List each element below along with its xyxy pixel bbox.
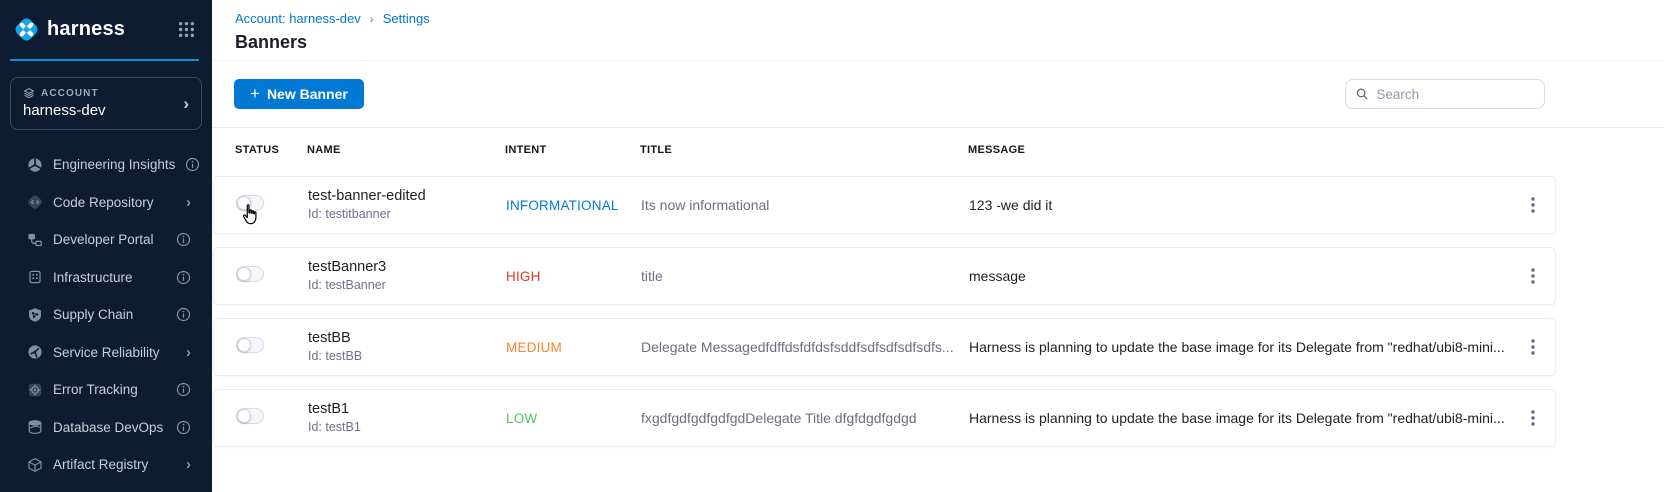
status-toggle[interactable]: [236, 408, 264, 424]
sidebar-item-error-tracking[interactable]: Error Tracking ›: [0, 371, 212, 409]
account-label: ACCOUNT: [41, 88, 99, 99]
service-reliability-icon: [27, 344, 43, 360]
breadcrumb-account-link[interactable]: Account: harness-dev: [235, 11, 361, 26]
insights-icon: [27, 157, 43, 173]
artifact-registry-icon: [27, 457, 43, 473]
sidebar-accent-line: [10, 59, 199, 61]
table-row[interactable]: testB1 Id: testB1 LOW fxgdfgdfgdfgdfgdDe…: [213, 389, 1556, 447]
banner-name: testB1: [308, 400, 506, 419]
app-grid-icon[interactable]: [178, 21, 195, 38]
new-banner-button[interactable]: + New Banner: [234, 79, 364, 109]
banner-id: Id: testBanner: [308, 277, 506, 294]
column-header-message: MESSAGE: [968, 144, 1516, 156]
banner-id: Id: testitbanner: [308, 206, 506, 223]
column-header-intent: INTENT: [505, 144, 640, 156]
page-title: Banners: [235, 32, 1664, 53]
chevron-right-icon: ›: [186, 194, 191, 211]
banner-title: title: [641, 268, 969, 284]
table-row[interactable]: testBB Id: testBB MEDIUM Delegate Messag…: [213, 318, 1556, 376]
row-menu-kebab-icon[interactable]: [1524, 405, 1542, 431]
breadcrumb-separator: ›: [370, 12, 374, 26]
page-header: Account: harness-dev › Settings Banners: [212, 0, 1664, 61]
account-name: harness-dev: [23, 102, 189, 119]
sidebar-item-service-reliability[interactable]: Service Reliability ›: [0, 334, 212, 372]
sidebar-header: harness: [0, 0, 212, 59]
banner-intent: INFORMATIONAL: [506, 198, 641, 213]
breadcrumb-settings-link[interactable]: Settings: [383, 11, 430, 26]
sidebar-item-infrastructure[interactable]: Infrastructure ›: [0, 259, 212, 297]
banner-intent: LOW: [506, 411, 641, 426]
developer-portal-icon: [27, 232, 43, 248]
status-toggle[interactable]: [236, 337, 264, 353]
infrastructure-icon: [27, 269, 43, 285]
row-menu-kebab-icon[interactable]: [1524, 334, 1542, 360]
info-icon[interactable]: [176, 270, 191, 285]
account-selector[interactable]: ACCOUNT harness-dev ›: [10, 77, 202, 130]
banner-name: test-banner-edited: [308, 187, 506, 206]
search-input[interactable]: [1376, 87, 1534, 102]
row-menu-kebab-icon[interactable]: [1524, 263, 1542, 289]
column-header-status: STATUS: [235, 144, 307, 156]
code-repository-icon: [27, 194, 43, 210]
banner-message: 123 -we did it: [969, 197, 1515, 213]
sidebar-nav: Engineering Insights › Code Repository ›…: [0, 146, 212, 484]
banner-message: Harness is planning to update the base i…: [969, 410, 1515, 426]
chevron-right-icon: ›: [183, 94, 189, 114]
info-icon[interactable]: [176, 232, 191, 247]
sidebar-item-developer-portal[interactable]: Developer Portal ›: [0, 221, 212, 259]
column-header-name: NAME: [307, 144, 505, 156]
sidebar-item-database-devops[interactable]: Database DevOps ›: [0, 409, 212, 447]
banner-id: Id: testBB: [308, 348, 506, 365]
sidebar-item-supply-chain[interactable]: Supply Chain ›: [0, 296, 212, 334]
table-row[interactable]: test-banner-edited Id: testitbanner INFO…: [213, 176, 1556, 234]
main-content: Account: harness-dev › Settings Banners …: [212, 0, 1664, 492]
info-icon[interactable]: [176, 382, 191, 397]
chevron-right-icon: ›: [186, 344, 191, 361]
banner-message: Harness is planning to update the base i…: [969, 339, 1515, 355]
harness-logo-icon: [13, 16, 40, 43]
chevron-right-icon: ›: [186, 456, 191, 473]
info-icon[interactable]: [185, 157, 200, 172]
sidebar-item-engineering-insights[interactable]: Engineering Insights ›: [0, 146, 212, 184]
banner-intent: MEDIUM: [506, 340, 641, 355]
banner-name: testBanner3: [308, 258, 506, 277]
layers-icon: [23, 87, 35, 99]
sidebar: harness ACCOUNT harness-dev ›: [0, 0, 212, 492]
harness-logo[interactable]: harness: [13, 16, 125, 43]
plus-icon: +: [250, 85, 260, 102]
banner-name: testBB: [308, 329, 506, 348]
search-icon: [1356, 87, 1368, 101]
error-tracking-icon: [27, 382, 43, 398]
search-box: [1345, 79, 1545, 109]
banner-title: fxgdfgdfgdfgdfgdDelegate Title dfgfdgdfg…: [641, 410, 969, 426]
banner-intent: HIGH: [506, 269, 641, 284]
banner-id: Id: testB1: [308, 419, 506, 436]
status-toggle[interactable]: [236, 266, 264, 282]
table-header: STATUS NAME INTENT TITLE MESSAGE: [213, 128, 1556, 172]
info-icon[interactable]: [176, 307, 191, 322]
sidebar-item-code-repository[interactable]: Code Repository ›: [0, 184, 212, 222]
row-menu-kebab-icon[interactable]: [1524, 192, 1542, 218]
banner-title: Its now informational: [641, 197, 969, 213]
table-row[interactable]: testBanner3 Id: testBanner HIGH title me…: [213, 247, 1556, 305]
banner-title: Delegate Messagedfdffdsfdfdsfsddfsdfsdfs…: [641, 339, 969, 355]
banner-list: test-banner-edited Id: testitbanner INFO…: [212, 172, 1664, 460]
sidebar-item-artifact-registry[interactable]: Artifact Registry ›: [0, 446, 212, 484]
supply-chain-icon: [27, 307, 43, 323]
toolbar: + New Banner: [212, 61, 1664, 128]
info-icon[interactable]: [176, 420, 191, 435]
app-root: harness ACCOUNT harness-dev ›: [0, 0, 1664, 492]
logo-text: harness: [47, 18, 125, 41]
mouse-cursor-icon: [240, 203, 260, 227]
new-banner-label: New Banner: [267, 86, 348, 102]
column-header-title: TITLE: [640, 144, 968, 156]
database-devops-icon: [27, 419, 43, 435]
banner-message: message: [969, 268, 1515, 284]
breadcrumb: Account: harness-dev › Settings: [235, 11, 1664, 26]
